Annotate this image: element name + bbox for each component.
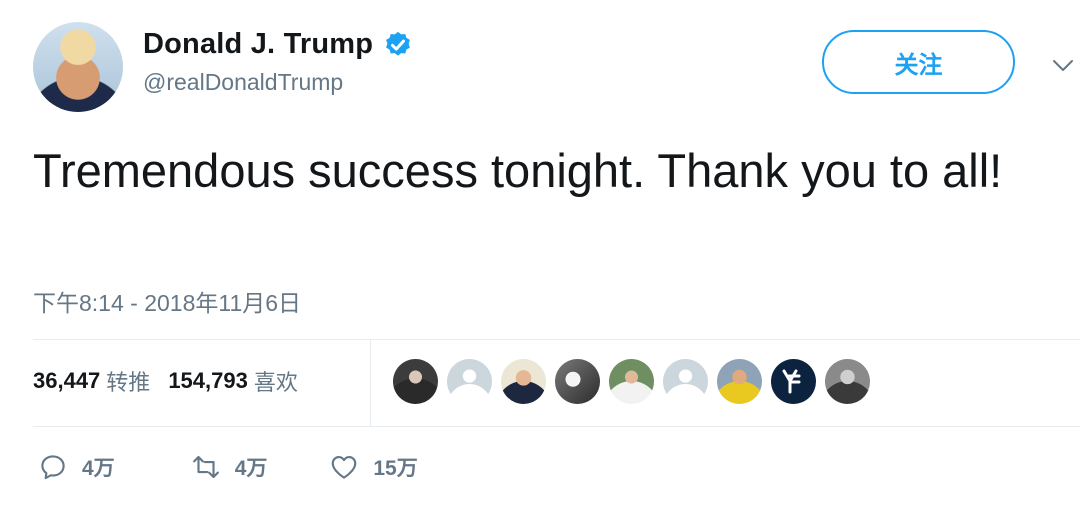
- like-action[interactable]: 15万: [329, 452, 418, 482]
- follow-button[interactable]: 关注: [822, 30, 1015, 94]
- tweet-timestamp[interactable]: 下午8:14 - 2018年11月6日: [33, 284, 301, 318]
- retweets-label: 转推: [106, 370, 151, 395]
- likes-count: 154,793: [168, 368, 248, 393]
- reply-action[interactable]: 4万: [38, 452, 115, 482]
- liker-avatar[interactable]: [609, 359, 654, 404]
- likes-label: 喜欢: [253, 370, 298, 395]
- liker-avatar[interactable]: [825, 359, 870, 404]
- liker-avatar[interactable]: [393, 359, 438, 404]
- author-handle[interactable]: @realDonaldTrump: [143, 69, 413, 96]
- verified-badge-icon: [386, 31, 411, 56]
- divider: [33, 426, 1080, 427]
- heart-icon[interactable]: [329, 452, 359, 482]
- retweets-count: 36,447: [33, 368, 101, 393]
- retweet-count: 4万: [234, 457, 268, 480]
- liker-avatars: [393, 359, 870, 404]
- tweet-actions: 4万 4万 15万: [38, 452, 480, 482]
- tweet-stats: 36,447 转推 154,793 喜欢: [33, 365, 298, 397]
- divider: [33, 339, 1080, 340]
- liker-avatar[interactable]: [717, 359, 762, 404]
- reply-count: 4万: [82, 457, 115, 480]
- yankees-logo-icon[interactable]: [771, 359, 816, 404]
- author-avatar[interactable]: [33, 22, 123, 112]
- author-name-row: Donald J. Trump: [143, 28, 413, 61]
- yankees-logo-icon: [782, 369, 801, 394]
- liker-avatar[interactable]: [501, 359, 546, 404]
- divider: [370, 339, 371, 426]
- chevron-down-icon[interactable]: [1052, 58, 1074, 74]
- like-count: 15万: [373, 457, 418, 480]
- liker-avatar[interactable]: [555, 359, 600, 404]
- retweet-action[interactable]: 4万: [191, 452, 268, 482]
- default-avatar-icon[interactable]: [447, 359, 492, 404]
- retweet-icon[interactable]: [191, 452, 221, 482]
- author-name[interactable]: Donald J. Trump: [143, 28, 373, 61]
- likes-stat[interactable]: 154,793 喜欢: [168, 365, 298, 397]
- default-avatar-icon[interactable]: [663, 359, 708, 404]
- tweet-text: Tremendous success tonight. Thank you to…: [33, 144, 1003, 197]
- retweets-stat[interactable]: 36,447 转推: [33, 365, 150, 397]
- author-info: Donald J. Trump @realDonaldTrump: [143, 28, 413, 96]
- reply-icon[interactable]: [38, 452, 68, 482]
